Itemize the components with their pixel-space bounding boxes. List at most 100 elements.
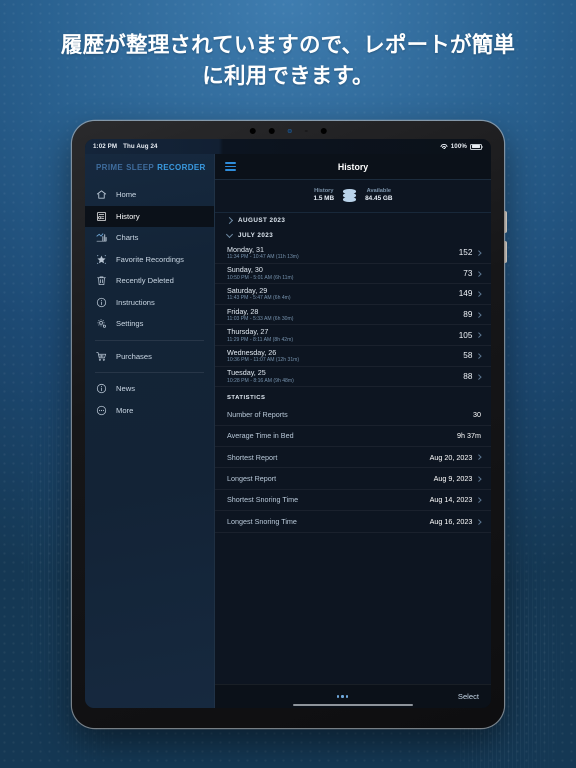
brand-word-prime: PRIME [96, 162, 124, 172]
charts-icon [96, 232, 107, 243]
statistics-row-average-time-in-bed[interactable]: Average Time in Bed 9h 37m [215, 426, 491, 447]
sidebar-item-label: Favorite Recordings [116, 254, 184, 264]
chevron-down-icon [225, 230, 234, 239]
chevron-right-icon [476, 497, 482, 503]
sidebar-item-instructions[interactable]: Instructions [85, 292, 214, 314]
sidebar-item-recently-deleted[interactable]: Recently Deleted [85, 270, 214, 292]
sidebar-item-label: Recently Deleted [116, 276, 174, 286]
sidebar-item-charts[interactable]: Charts [85, 227, 214, 249]
home-icon [96, 189, 107, 200]
statistics-row-shortest-report[interactable]: Shortest Report Aug 20, 2023 [215, 447, 491, 469]
history-scroll-area[interactable]: AUGUST 2023 JULY 2023 Monday, 31 11:34 P… [215, 213, 491, 684]
app-sidebar: PRIME SLEEP RECORDER Home History Charts… [85, 154, 215, 708]
sidebar-item-more[interactable]: More [85, 400, 214, 422]
battery-percent-label: 100% [450, 143, 467, 150]
chevron-right-icon [476, 475, 482, 482]
page-title: History [337, 161, 369, 172]
section-title: JULY 2023 [238, 232, 274, 239]
storage-history-block: History 1.5 MB [314, 188, 335, 205]
trash-icon [96, 275, 107, 286]
gear-icon [96, 318, 107, 329]
row-day: Saturday, 29 [227, 285, 268, 295]
statistics-row-number-of-reports[interactable]: Number of Reports 30 [215, 404, 491, 426]
sidebar-divider-2 [95, 372, 204, 373]
promo-headline: 履歴が整理されていますので、レポートが簡単に利用できます。 [60, 33, 516, 88]
chevron-right-icon [476, 454, 482, 460]
sidebar-item-favorite-recordings[interactable]: Favorite Recordings [85, 249, 214, 271]
section-header-august[interactable]: AUGUST 2023 [215, 213, 491, 228]
table-row[interactable]: Friday, 28 11:03 PM - 5:33 AM (6h 30m) 8… [215, 305, 491, 326]
sidebar-item-label: Purchases [116, 351, 152, 361]
sidebar-item-history[interactable]: History [85, 205, 214, 227]
statistics-row-longest-report[interactable]: Longest Report Aug 9, 2023 [215, 468, 491, 490]
battery-icon [470, 143, 483, 150]
table-row[interactable]: Thursday, 27 11:29 PM - 8:11 AM (8h 42m)… [215, 325, 491, 346]
sidebar-item-label: History [116, 211, 140, 221]
row-day: Monday, 31 [227, 244, 265, 254]
app-brand-title: PRIME SLEEP RECORDER [85, 154, 214, 180]
ellipsis-icon[interactable] [337, 695, 348, 698]
wifi-icon [440, 143, 448, 150]
row-count: 149 [458, 289, 473, 299]
row-count: 88 [463, 371, 473, 381]
sidebar-item-label: Home [116, 190, 137, 200]
stat-label: Number of Reports [227, 409, 288, 419]
proximity-sensor-icon [320, 128, 327, 134]
row-time-range: 10:36 PM - 11:07 AM (12h 31m) [227, 357, 300, 364]
sidebar-item-label: More [116, 405, 134, 415]
row-day: Thursday, 27 [227, 327, 269, 337]
row-day: Sunday, 30 [227, 265, 263, 275]
bottom-toolbar: Select [215, 684, 491, 708]
status-date: Thu Aug 24 [123, 143, 158, 150]
table-row[interactable]: Monday, 31 11:34 PM - 10:47 AM (11h 13m)… [215, 243, 491, 264]
row-time-range: 10:28 PM - 8:16 AM (9h 48m) [227, 377, 294, 384]
ios-status-bar: 1:02 PM Thu Aug 24 100% [85, 139, 491, 154]
ellipsis-icon [96, 405, 107, 416]
stat-value: Aug 9, 2023 [433, 474, 473, 484]
row-time-range: 11:43 PM - 5:47 AM (6h 4m) [227, 295, 291, 302]
section-header-july[interactable]: JULY 2023 [215, 228, 491, 243]
mic-hole-icon [304, 129, 308, 133]
chevron-right-icon [476, 518, 482, 524]
speaker-hole-icon [249, 128, 256, 134]
select-button[interactable]: Select [458, 692, 479, 701]
row-time-range: 11:03 PM - 5:33 AM (6h 30m) [227, 316, 294, 323]
ambient-sensor-icon [287, 129, 292, 133]
sidebar-divider-1 [95, 339, 204, 341]
stat-label: Shortest Snoring Time [227, 495, 299, 505]
table-row[interactable]: Wednesday, 26 10:36 PM - 11:07 AM (12h 3… [215, 346, 491, 367]
front-camera-icon [268, 128, 275, 134]
sidebar-item-settings[interactable]: Settings [85, 313, 214, 335]
status-time: 1:02 PM [93, 143, 118, 150]
home-indicator[interactable] [293, 703, 413, 706]
volume-down-button[interactable] [504, 241, 507, 263]
statistics-row-longest-snoring-time[interactable]: Longest Snoring Time Aug 16, 2023 [215, 511, 491, 533]
sidebar-item-purchases[interactable]: Purchases [85, 346, 214, 368]
navigation-bar: History [215, 154, 491, 180]
section-title: AUGUST 2023 [238, 217, 286, 224]
sidebar-item-label: Charts [116, 233, 139, 243]
star-icon [96, 254, 107, 265]
sidebar-item-news[interactable]: News [85, 378, 214, 400]
news-icon [96, 383, 107, 394]
storage-history-value: 1.5 MB [313, 195, 335, 203]
chevron-right-icon [476, 270, 482, 276]
volume-up-button[interactable] [504, 211, 507, 233]
row-day: Friday, 28 [227, 306, 259, 316]
sidebar-item-label: Settings [116, 319, 144, 329]
stat-value: 9h 37m [457, 431, 481, 441]
chevron-right-icon [476, 250, 482, 256]
device-screen: 1:02 PM Thu Aug 24 100% PRIME SLEEP RECO… [85, 139, 491, 708]
stat-label: Average Time in Bed [227, 431, 294, 441]
table-row[interactable]: Tuesday, 25 10:28 PM - 8:16 AM (9h 48m) … [215, 367, 491, 388]
stat-label: Longest Snoring Time [227, 516, 297, 526]
sidebar-item-home[interactable]: Home [85, 184, 214, 206]
stat-value: 30 [473, 409, 481, 419]
statistics-header: STATISTICS [227, 395, 266, 402]
statistics-row-shortest-snoring-time[interactable]: Shortest Snoring Time Aug 14, 2023 [215, 490, 491, 512]
row-count: 73 [463, 268, 473, 278]
table-row[interactable]: Sunday, 30 10:50 PM - 5:01 AM (6h 11m) 7… [215, 264, 491, 285]
brand-word-recorder: RECORDER [157, 162, 206, 172]
chevron-right-icon [476, 332, 482, 338]
table-row[interactable]: Saturday, 29 11:43 PM - 5:47 AM (6h 4m) … [215, 284, 491, 305]
